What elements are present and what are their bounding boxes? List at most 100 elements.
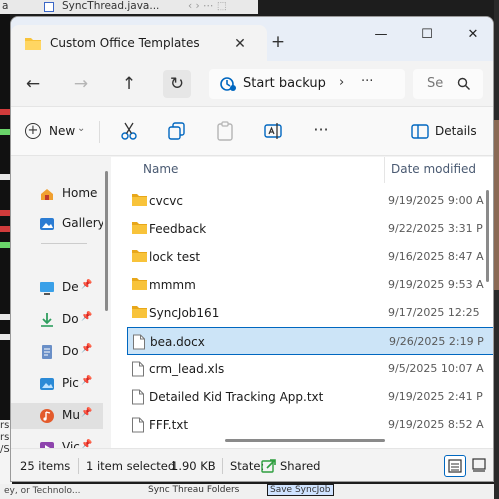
background-code-fragment (0, 210, 10, 216)
column-header-date-modified[interactable]: Date modified (391, 162, 476, 176)
pin-icon[interactable]: 📌 (81, 312, 92, 322)
pin-icon[interactable]: 📌 (81, 376, 92, 386)
pin-icon[interactable]: 📌 (81, 280, 92, 290)
paste-icon[interactable] (214, 120, 236, 142)
file-name[interactable]: cvcvc (149, 194, 183, 208)
background-code-fragment (0, 314, 10, 320)
selection-count: 1 item selected (86, 459, 176, 473)
close-window-button[interactable]: ✕ (455, 22, 491, 48)
file-explorer-window: Custom Office Templates ✕ + — ☐ ✕ ← → ↑ … (10, 16, 494, 482)
document-icon (132, 361, 144, 377)
sidebar-item-music[interactable]: Mu 📌 (11, 403, 103, 429)
maximize-button[interactable]: ☐ (409, 22, 445, 48)
file-name[interactable]: SyncJob161 (149, 306, 219, 320)
details-label: Details (435, 124, 477, 138)
java-file-icon (44, 2, 54, 12)
file-date-modified: 9/26/2025 2:19 P (389, 335, 484, 348)
more-options-icon[interactable]: ··· (310, 120, 332, 142)
pin-icon[interactable]: 📌 (81, 344, 92, 354)
sidebar-item-downloads[interactable]: Do 📌 (11, 307, 103, 333)
file-list-scroll-thumb[interactable] (486, 190, 489, 282)
sidebar-item-label: Vic (62, 440, 80, 448)
folder-row[interactable]: lock test 9/16/2025 8:47 A (127, 243, 493, 271)
background-bottom-strip: ey, or Technolo... Sync Threau Folders S… (0, 484, 494, 499)
file-row[interactable]: crm_lead.xls 9/5/2025 10:07 A (127, 355, 493, 383)
file-row[interactable]: Detailed Kid Tracking App.txt 9/19/2025 2… (127, 383, 493, 411)
file-date-modified: 9/19/2025 9:00 A (388, 194, 484, 207)
status-bar: 25 items 1 item selected 1.90 KB State: … (11, 448, 493, 481)
state-value: Shared (280, 459, 321, 473)
file-name[interactable]: crm_lead.xls (149, 362, 224, 376)
breadcrumb-more-button[interactable]: ··· (361, 74, 373, 89)
file-name[interactable]: FFF.txt (149, 418, 188, 432)
search-box[interactable]: Se (413, 69, 483, 99)
background-tab-nav: ‹ › ⋯ ⬚ (188, 0, 227, 12)
folder-icon (25, 38, 41, 50)
documents-icon (42, 345, 52, 359)
back-button[interactable]: ← (19, 70, 47, 98)
column-header-row: ^ Name Date modified (113, 157, 493, 183)
sidebar-item-home[interactable]: Home (11, 181, 103, 207)
explorer-tab[interactable]: Custom Office Templates ✕ (11, 25, 267, 61)
folder-icon (132, 222, 147, 234)
file-list-scrollbar[interactable] (486, 184, 489, 414)
rename-icon[interactable] (262, 120, 284, 142)
folder-row[interactable]: SyncJob161 9/17/2025 12:25 (127, 299, 493, 327)
pictures-icon (40, 378, 54, 390)
sidebar-item-videos[interactable]: Vic 📌 (11, 435, 103, 448)
file-date-modified: 9/19/2025 2:41 P (388, 390, 483, 403)
desktop-icon (40, 282, 54, 295)
sidebar-item-desktop[interactable]: De 📌 (11, 275, 103, 301)
column-header-name[interactable]: Name (143, 162, 178, 176)
background-code-fragment (0, 174, 10, 180)
backup-cloud-icon (220, 77, 236, 91)
background-code-fragment (0, 129, 10, 135)
tab-close-button[interactable]: ✕ (229, 33, 251, 55)
file-name[interactable]: bea.docx (150, 335, 205, 349)
background-tab-title: SyncThread.java... (62, 0, 160, 12)
new-tab-button[interactable]: + (267, 31, 289, 53)
file-date-modified: 9/19/2025 8:52 A (388, 418, 484, 431)
details-view-icon (448, 459, 462, 473)
breadcrumb-chevron-icon[interactable]: › (339, 75, 344, 90)
sidebar-item-gallery[interactable]: Gallery (11, 211, 103, 237)
background-save-button[interactable]: Save SyncJob (267, 484, 334, 496)
background-code-fragment (0, 334, 10, 340)
file-row[interactable]: bea.docx 9/26/2025 2:19 P (127, 327, 493, 355)
tiles-view-button[interactable] (469, 455, 491, 477)
search-icon (457, 77, 470, 90)
folder-row[interactable]: mmmm 9/19/2025 9:53 A (127, 271, 493, 299)
address-location[interactable]: Start backup (243, 76, 326, 91)
background-code-fragment (0, 242, 10, 248)
file-name[interactable]: Detailed Kid Tracking App.txt (149, 390, 323, 404)
sidebar-item-documents[interactable]: Do 📌 (11, 339, 103, 365)
horizontal-scrollbar[interactable] (225, 439, 385, 442)
background-bottom-text: ey, or Technolo... (4, 486, 81, 496)
document-icon (132, 417, 144, 433)
item-count: 25 items (20, 459, 71, 473)
file-name[interactable]: Feedback (149, 222, 206, 236)
folder-row[interactable]: Feedback 9/22/2025 3:31 P (127, 215, 493, 243)
sidebar-scrollbar[interactable] (103, 157, 111, 448)
up-button[interactable]: ↑ (115, 70, 143, 98)
sidebar-scroll-thumb[interactable] (105, 171, 108, 311)
refresh-button[interactable]: ↻ (163, 70, 191, 98)
file-name[interactable]: lock test (149, 250, 200, 264)
cut-icon[interactable] (118, 120, 140, 142)
shared-icon (261, 459, 276, 473)
folder-row[interactable]: cvcvc 9/19/2025 9:00 A (127, 187, 493, 215)
file-row[interactable]: FFF.txt 9/19/2025 8:52 A (127, 411, 493, 439)
copy-icon[interactable] (166, 120, 188, 142)
column-divider[interactable] (384, 157, 385, 183)
file-date-modified: 9/17/2025 12:25 (388, 306, 480, 319)
forward-button[interactable]: → (67, 70, 95, 98)
details-view-button[interactable] (444, 455, 466, 477)
minimize-button[interactable]: — (363, 22, 399, 48)
address-bar[interactable]: Start backup › ··· (209, 69, 405, 99)
file-name[interactable]: mmmm (149, 278, 196, 292)
command-bar: + New ⌄ ··· Details (11, 106, 493, 156)
new-label: New (49, 124, 76, 138)
pin-icon[interactable]: 📌 (81, 440, 92, 448)
pin-icon[interactable]: 📌 (81, 408, 92, 418)
sidebar-item-pictures[interactable]: Pic 📌 (11, 371, 103, 397)
